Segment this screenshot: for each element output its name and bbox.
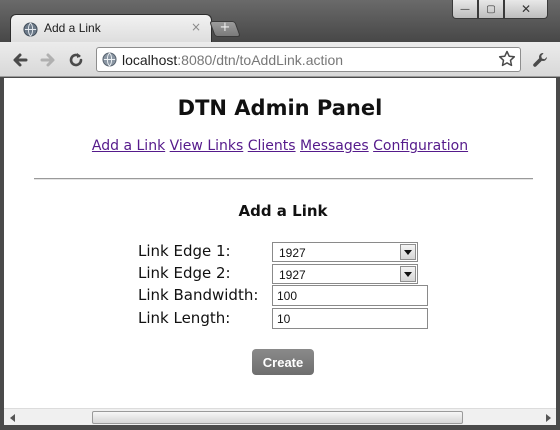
- horizontal-scrollbar[interactable]: [4, 408, 556, 425]
- bandwidth-input[interactable]: [273, 286, 427, 305]
- edge2-value: 1927: [279, 268, 306, 282]
- scrollbar-thumb[interactable]: [92, 411, 463, 424]
- star-icon[interactable]: [498, 50, 516, 68]
- browser-tab[interactable]: Add a Link ×: [10, 14, 212, 44]
- edge1-value: 1927: [279, 246, 306, 260]
- length-field-box: [272, 308, 428, 329]
- edge1-label: Link Edge 1:: [138, 242, 231, 260]
- back-icon[interactable]: [10, 50, 30, 70]
- url-host: localhost: [122, 52, 178, 68]
- edge1-select[interactable]: 1927: [272, 242, 418, 262]
- nav-link-messages[interactable]: Messages: [300, 138, 369, 154]
- edge2-select[interactable]: 1927: [272, 264, 418, 284]
- browser-titlebar: Add a Link × + — ▢ ✕: [0, 0, 560, 44]
- window-frame-bottom: [0, 425, 560, 430]
- chevron-down-icon[interactable]: [400, 266, 416, 282]
- url-path: :8080/dtn/toAddLink.action: [177, 52, 344, 68]
- new-tab-button[interactable]: +: [209, 20, 241, 37]
- window-frame-right: [556, 78, 560, 425]
- wrench-icon[interactable]: [530, 50, 550, 70]
- length-input[interactable]: [273, 309, 427, 328]
- minimize-button[interactable]: —: [452, 0, 478, 19]
- reload-icon[interactable]: [66, 50, 86, 70]
- scroll-right-icon[interactable]: [539, 409, 556, 426]
- bandwidth-field-box: [272, 285, 428, 306]
- globe-icon: [102, 52, 117, 67]
- address-bar[interactable]: localhost:8080/dtn/toAddLink.action: [96, 47, 521, 72]
- window-controls: — ▢ ✕: [452, 0, 548, 20]
- forward-icon[interactable]: [38, 50, 58, 70]
- edge2-label: Link Edge 2:: [138, 264, 231, 282]
- length-label: Link Length:: [138, 309, 231, 327]
- browser-toolbar: localhost:8080/dtn/toAddLink.action: [0, 42, 560, 77]
- tab-close-icon[interactable]: ×: [191, 20, 201, 34]
- bandwidth-label: Link Bandwidth:: [138, 286, 259, 304]
- plus-icon: +: [219, 20, 231, 35]
- globe-icon: [23, 22, 38, 37]
- tab-title: Add a Link: [44, 21, 101, 35]
- maximize-button[interactable]: ▢: [478, 0, 504, 19]
- form-title: Add a Link: [238, 202, 328, 220]
- scroll-left-icon[interactable]: [4, 409, 21, 426]
- admin-nav: Add a Link View Links Clients Messages C…: [4, 138, 556, 154]
- nav-link-add-link[interactable]: Add a Link: [92, 138, 165, 154]
- divider: [34, 178, 533, 180]
- page-title: DTN Admin Panel: [177, 96, 383, 120]
- chevron-down-icon[interactable]: [400, 244, 416, 260]
- page-content: DTN Admin Panel Add a Link View Links Cl…: [4, 78, 556, 408]
- create-button[interactable]: Create: [252, 349, 314, 375]
- url-text: localhost:8080/dtn/toAddLink.action: [122, 52, 343, 68]
- nav-link-clients[interactable]: Clients: [248, 138, 296, 154]
- nav-link-configuration[interactable]: Configuration: [373, 138, 468, 154]
- nav-link-view-links[interactable]: View Links: [170, 138, 244, 154]
- close-window-button[interactable]: ✕: [504, 0, 548, 19]
